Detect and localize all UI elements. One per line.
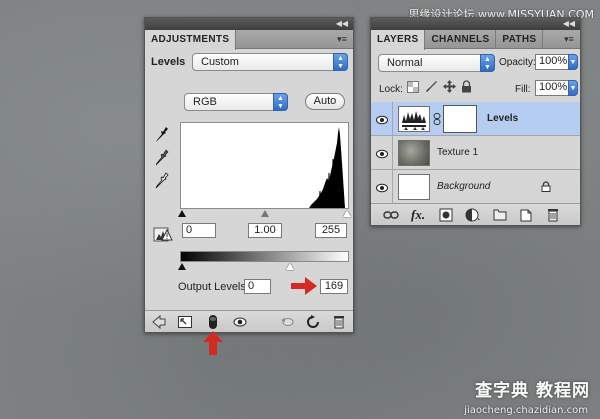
channel-value: RGB: [193, 96, 217, 108]
collapse-icon[interactable]: ◀◀: [336, 18, 348, 30]
reset-icon[interactable]: [305, 314, 321, 330]
fill-field[interactable]: 100%: [535, 80, 569, 96]
lock-transparency-icon[interactable]: [407, 81, 419, 93]
input-black-field[interactable]: 0: [182, 223, 216, 238]
opacity-dropdown[interactable]: ▼: [568, 54, 578, 70]
lock-position-move-icon[interactable]: [443, 80, 456, 93]
chevron-updown-icon: ▲ ▼: [273, 93, 288, 111]
annotation-arrow-up-icon: [203, 331, 223, 355]
back-arrow-icon[interactable]: [151, 314, 167, 330]
preset-value: Custom: [201, 56, 239, 68]
adjustments-panel: ◀◀ ADJUSTMENTS ▾≡ Levels Custom ▲ ▼ RGB ▲…: [144, 17, 354, 333]
black-point-eyedropper-icon[interactable]: [155, 126, 169, 144]
eye-icon: [375, 183, 388, 193]
annotation-arrow-right-icon: [291, 277, 317, 295]
chevron-updown-icon: ▲ ▼: [333, 53, 348, 71]
new-group-folder-icon[interactable]: [493, 208, 507, 221]
tab-adjustments[interactable]: ADJUSTMENTS: [145, 30, 237, 50]
channel-select[interactable]: RGB ▲ ▼: [184, 93, 288, 111]
adjustments-footer: [145, 310, 353, 332]
tab-channels[interactable]: CHANNELS: [425, 30, 497, 49]
panel-menu-icon[interactable]: ▾≡: [563, 33, 575, 45]
layers-panel: ◀◀ LAYERS CHANNELS PATHS ▾≡ Normal ▲ ▼ Op…: [370, 17, 581, 226]
fill-label: Fill:: [515, 84, 531, 95]
layer-name[interactable]: Levels: [487, 113, 518, 124]
output-black-field[interactable]: 0: [244, 279, 271, 294]
chevron-updown-icon: ▲ ▼: [480, 54, 495, 72]
link-layers-icon[interactable]: [383, 209, 399, 221]
fill-dropdown[interactable]: ▼: [568, 80, 578, 96]
add-mask-icon[interactable]: [439, 208, 453, 222]
input-gamma-field[interactable]: 1.00: [248, 223, 282, 238]
mask-link-icon[interactable]: [433, 113, 441, 125]
blend-mode-select[interactable]: Normal ▲ ▼: [378, 54, 495, 72]
texture-thumbnail: [398, 140, 430, 166]
eye-icon: [375, 149, 388, 159]
collapse-icon[interactable]: ◀◀: [563, 18, 575, 30]
trash-icon[interactable]: [546, 207, 560, 222]
layer-visibility-toggle[interactable]: [371, 170, 393, 204]
adjustments-tabbar: ADJUSTMENTS ▾≡: [145, 30, 353, 50]
input-black-slider-handle[interactable]: [178, 210, 186, 217]
layer-row-background[interactable]: Background: [371, 170, 580, 204]
opacity-field[interactable]: 100%: [535, 54, 569, 70]
lock-label: Lock:: [379, 84, 403, 95]
panel-title-bar[interactable]: ◀◀: [145, 18, 353, 30]
new-adjustment-layer-icon[interactable]: [465, 208, 481, 222]
levels-histogram: [180, 122, 349, 209]
layer-name[interactable]: Background: [437, 181, 490, 192]
layers-footer: fx.: [371, 203, 580, 225]
histogram-graph: [309, 127, 345, 208]
layer-visibility-toggle[interactable]: [371, 102, 393, 136]
white-point-eyedropper-icon[interactable]: [155, 172, 169, 190]
input-gamma-slider-handle[interactable]: [261, 210, 269, 217]
output-gradient-bar: [180, 251, 349, 262]
levels-adjustment-thumbnail: [398, 106, 430, 132]
histogram-warning-icon[interactable]: [153, 226, 173, 243]
eye-icon: [375, 115, 388, 125]
adjustment-type-label: Levels: [151, 56, 186, 68]
tab-paths[interactable]: PATHS: [496, 30, 544, 49]
new-layer-icon[interactable]: [519, 208, 533, 222]
gray-point-eyedropper-icon[interactable]: [155, 149, 169, 167]
blend-mode-value: Normal: [387, 57, 423, 69]
panel-title-bar[interactable]: ◀◀: [371, 18, 580, 30]
clip-to-layer-icon[interactable]: [205, 314, 221, 330]
chevron-down-icon: ▼: [568, 54, 578, 70]
tab-layers[interactable]: LAYERS: [371, 30, 426, 50]
output-white-field[interactable]: 169: [320, 279, 348, 294]
panel-menu-icon[interactable]: ▾≡: [336, 33, 348, 45]
expand-view-icon[interactable]: [177, 314, 193, 330]
lock-all-icon[interactable]: [461, 80, 472, 93]
layer-lock-icon: [541, 181, 551, 192]
eye-icon[interactable]: [232, 314, 248, 330]
output-levels-label: Output Levels:: [178, 281, 249, 293]
lock-pixels-brush-icon[interactable]: [425, 80, 438, 93]
input-white-slider-handle[interactable]: [343, 210, 351, 217]
layer-mask-thumbnail[interactable]: [443, 105, 477, 133]
layers-tabbar: LAYERS CHANNELS PATHS ▾≡: [371, 30, 580, 50]
levels-histogram-icon: [402, 111, 426, 130]
opacity-label: Opacity:: [499, 57, 536, 68]
chevron-down-icon: ▼: [568, 80, 578, 96]
layer-name[interactable]: Texture 1: [437, 147, 478, 158]
watermark-url: jiaocheng.chazidian.com: [464, 405, 588, 416]
watermark-bottom: 查字典 教程网: [475, 381, 590, 401]
trash-icon[interactable]: [331, 314, 347, 330]
layer-row-texture-1[interactable]: Texture 1: [371, 136, 580, 170]
layer-style-fx-icon[interactable]: fx.: [411, 207, 425, 223]
input-white-field[interactable]: 255: [315, 223, 347, 238]
output-white-slider-handle[interactable]: [286, 263, 294, 270]
preset-select[interactable]: Custom ▲ ▼: [192, 53, 348, 71]
output-black-slider-handle[interactable]: [178, 263, 186, 270]
view-previous-state-icon[interactable]: [279, 314, 295, 330]
layer-row-levels[interactable]: Levels: [371, 102, 580, 136]
auto-button[interactable]: Auto: [305, 93, 345, 110]
background-thumbnail: [398, 174, 430, 200]
layer-visibility-toggle[interactable]: [371, 136, 393, 170]
